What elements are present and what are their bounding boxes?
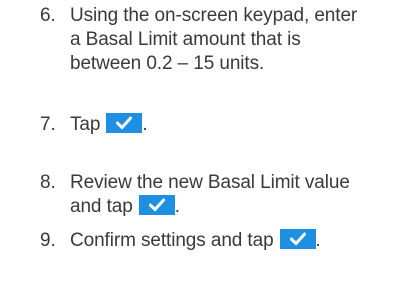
step-text: Using the on-screen keypad, enter a Basa…	[70, 4, 400, 76]
step-text: Confirm settings and tap.	[70, 229, 400, 253]
step-number: 7.	[40, 114, 56, 135]
step-text-confirm: Confirm settings and tap	[70, 230, 274, 251]
step-text-line: a Basal Limit amount that is	[70, 29, 301, 50]
step-text: Review the new Basal Limit value and tap…	[70, 171, 400, 219]
step-text-line: Using the on-screen keypad, enter	[70, 5, 358, 26]
checkmark-icon	[279, 229, 316, 249]
checkmark-icon	[138, 195, 175, 215]
step-suffix: .	[142, 114, 148, 135]
step-number: 8.	[40, 172, 56, 193]
step-suffix: .	[174, 196, 180, 217]
step-text-line: between 0.2 – 15 units.	[70, 53, 265, 74]
step-text: Tap.	[70, 113, 400, 137]
step-suffix: .	[315, 230, 321, 251]
step-number: 9.	[40, 230, 56, 251]
step-number: 6.	[40, 5, 56, 26]
instruction-steps: 6. Using the on-screen keypad, enter a B…	[0, 0, 410, 281]
step-text-line: Review the new Basal Limit value	[70, 172, 350, 193]
step-text-and-tap: and tap	[70, 196, 133, 217]
step-text-tap: Tap	[70, 114, 101, 135]
checkmark-icon	[106, 113, 143, 133]
